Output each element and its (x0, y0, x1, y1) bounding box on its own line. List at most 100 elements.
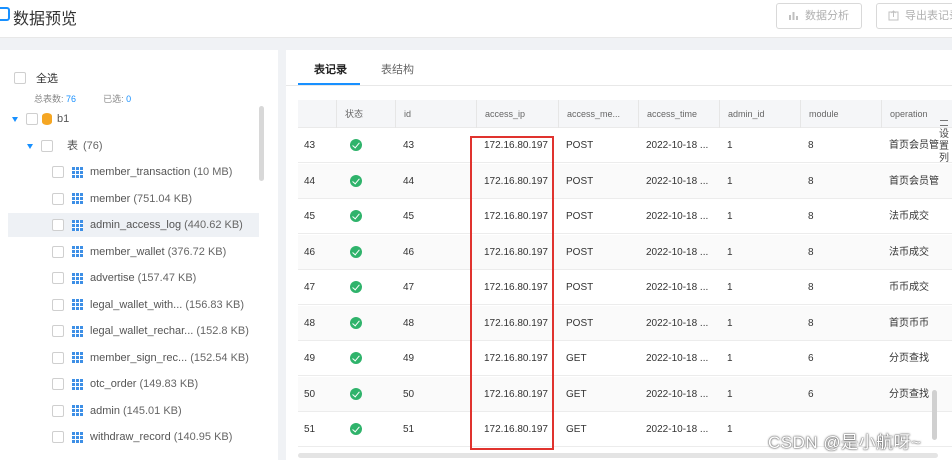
tree-table-item[interactable]: member_sign_rec... (152.54 KB) (52, 346, 249, 370)
cell-method: POST (566, 211, 594, 222)
cell-admin: 1 (727, 388, 733, 400)
table-row[interactable]: 48 48 172.16.80.197 POST 2022-10-18 ... 1 8 首页币… (298, 305, 952, 341)
grid-horizontal-scrollbar[interactable] (298, 453, 938, 458)
data-analysis-button[interactable]: 数据分析 (776, 3, 862, 29)
cell-method: GET (566, 424, 587, 435)
tree-table-item[interactable]: admin (145.01 KB) (52, 399, 182, 423)
status-cell (336, 164, 395, 199)
export-records-button[interactable]: 导出表记录 (876, 3, 952, 29)
tables-group-checkbox[interactable] (41, 140, 53, 153)
table-row[interactable]: 44 44 172.16.80.197 POST 2022-10-18 ... 1 8 首页会… (298, 163, 952, 199)
table-tree-panel: 全选 总表数: 76 已选: 0 b1 表 (76) member_transac… (0, 50, 278, 460)
table-size: (10 MB) (193, 166, 233, 178)
status-cell (336, 306, 395, 341)
table-checkbox[interactable] (52, 431, 64, 444)
tree-node-tables-group[interactable]: 表 (76) (27, 134, 103, 158)
table-row[interactable]: 47 47 172.16.80.197 POST 2022-10-18 ... 1 8 币币成… (298, 270, 952, 305)
database-checkbox[interactable] (26, 113, 38, 126)
cell-ip: 172.16.80.197 (484, 317, 548, 329)
cell-n: 47 (304, 282, 316, 293)
check-circle-icon (350, 210, 362, 223)
active-tab-indicator (298, 83, 360, 85)
tree-table-item[interactable]: legal_wallet_with... (156.83 KB) (52, 293, 244, 317)
cell-time: 2022-10-18 ... (646, 140, 709, 151)
cell-admin: 1 (727, 353, 733, 364)
tree-table-item[interactable]: legal_wallet_rechar... (152.8 KB) (52, 319, 249, 343)
tree-table-item[interactable]: otc_order (149.83 KB) (52, 372, 198, 396)
column-settings-button[interactable]: 设置列 (936, 120, 952, 165)
table-size: (376.72 KB) (167, 245, 227, 258)
table-row[interactable]: 50 50 172.16.80.197 GET 2022-10-18 ... 1 6 分页查找 (298, 376, 952, 412)
tree-table-item[interactable]: admin_access_log (440.62 KB) (8, 213, 259, 237)
table-row[interactable]: 45 45 172.16.80.197 POST 2022-10-18 ... 1 8 法币成… (298, 199, 952, 234)
column-header[interactable]: access_time (638, 100, 719, 128)
cell-op: 分页查找 (889, 353, 929, 364)
column-header[interactable]: access_me... (558, 100, 638, 128)
status-cell (336, 377, 395, 412)
select-all[interactable]: 全选 (14, 70, 58, 85)
cell-module: 8 (808, 317, 814, 329)
cell-method: GET (566, 388, 587, 400)
table-row[interactable]: 46 46 172.16.80.197 POST 2022-10-18 ... 1 8 法币成… (298, 234, 952, 270)
tree-node-database[interactable]: b1 (12, 107, 69, 131)
table-checkbox[interactable] (52, 272, 64, 285)
bar-chart-icon (789, 12, 798, 20)
column-header[interactable]: access_ip (476, 100, 558, 128)
tree-table-item[interactable]: member (751.04 KB) (52, 187, 192, 211)
tree-table-item[interactable]: member_transaction (10 MB) (52, 160, 232, 184)
table-name: member_transaction (90, 166, 191, 178)
tree-scrollbar[interactable] (259, 106, 264, 181)
tree-table-item[interactable]: withdraw_record (140.95 KB) (52, 425, 232, 449)
grid-vertical-scrollbar[interactable] (932, 390, 937, 440)
check-circle-icon (350, 281, 362, 294)
table-checkbox[interactable] (52, 166, 64, 179)
table-checkbox[interactable] (52, 245, 64, 258)
cell-module: 8 (808, 140, 814, 151)
data-analysis-label: 数据分析 (805, 10, 849, 22)
column-header[interactable]: module (800, 100, 881, 128)
tab-table-records[interactable]: 表记录 (314, 61, 347, 77)
select-all-label: 全选 (36, 73, 58, 85)
check-circle-icon (350, 245, 362, 258)
cell-module: 6 (808, 388, 814, 400)
tables-group-count: (76) (83, 140, 103, 152)
table-icon (72, 405, 83, 417)
tree-table-item[interactable]: advertise (157.47 KB) (52, 266, 196, 290)
cell-method: POST (566, 282, 594, 293)
table-checkbox[interactable] (52, 192, 64, 205)
column-header[interactable]: admin_id (719, 100, 800, 128)
column-header[interactable] (298, 100, 336, 128)
table-checkbox[interactable] (52, 378, 64, 391)
table-row[interactable]: 49 49 172.16.80.197 GET 2022-10-18 ... 1 6 分页查找 (298, 341, 952, 376)
cell-n: 50 (304, 388, 316, 400)
cell-admin: 1 (727, 140, 733, 151)
cell-time: 2022-10-18 ... (646, 211, 709, 222)
table-row[interactable]: 43 43 172.16.80.197 POST 2022-10-18 ... 1 8 首页会… (298, 128, 952, 163)
cell-time: 2022-10-18 ... (646, 424, 709, 435)
cell-ip: 172.16.80.197 (484, 140, 548, 151)
table-checkbox[interactable] (52, 351, 64, 364)
tree-table-item[interactable]: member_wallet (376.72 KB) (52, 240, 226, 264)
column-header[interactable]: 状态 (336, 100, 395, 128)
cell-time: 2022-10-18 ... (646, 282, 709, 293)
settings-bars-icon (940, 120, 948, 126)
table-checkbox[interactable] (52, 404, 64, 417)
table-checkbox[interactable] (52, 325, 64, 338)
table-stats: 总表数: 76 已选: 0 (34, 92, 131, 105)
preview-logo-icon (0, 7, 10, 21)
table-size: (751.04 KB) (133, 192, 193, 205)
caret-down-icon[interactable] (27, 143, 33, 149)
table-size: (157.47 KB) (137, 272, 197, 284)
table-checkbox[interactable] (52, 219, 64, 232)
top-bar: 数据预览 数据分析 导出表记录 (0, 0, 952, 38)
table-name: member (90, 192, 131, 205)
select-all-checkbox[interactable] (14, 71, 26, 84)
cell-n: 49 (304, 353, 316, 364)
cell-n: 48 (304, 317, 316, 329)
caret-down-icon[interactable] (12, 116, 18, 122)
cell-ip: 172.16.80.197 (484, 211, 548, 222)
tab-table-structure[interactable]: 表结构 (381, 61, 414, 77)
column-header[interactable]: id (395, 100, 476, 128)
table-icon (72, 219, 83, 231)
table-checkbox[interactable] (52, 298, 64, 311)
